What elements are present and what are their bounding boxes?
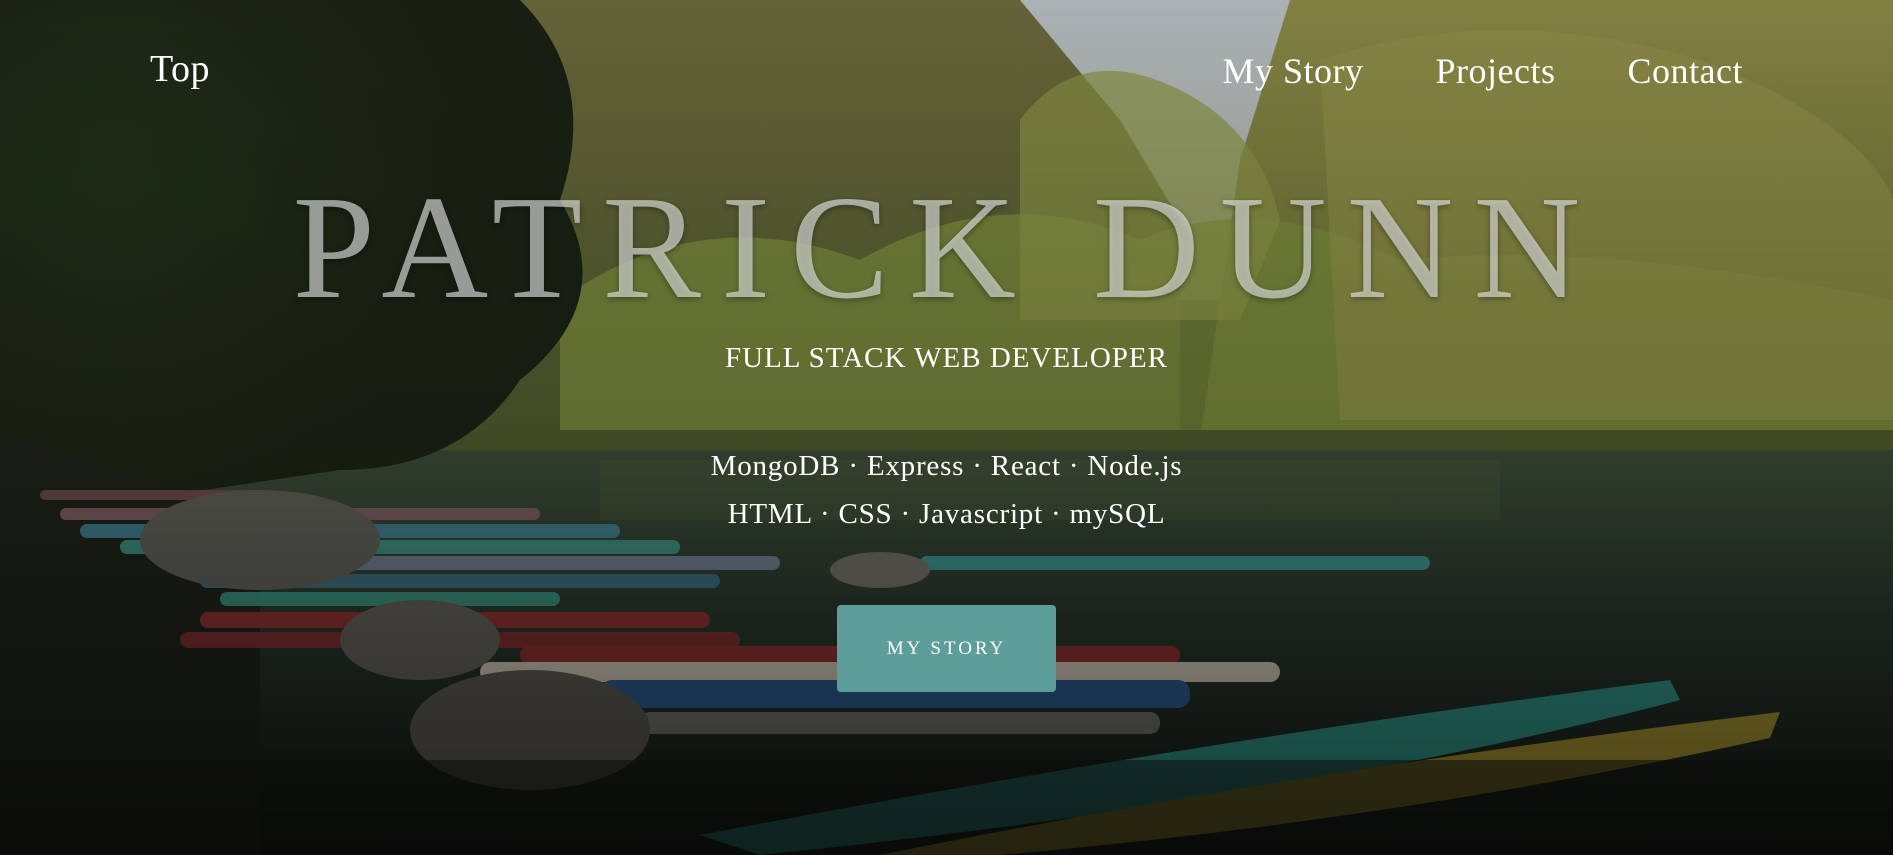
nav-link-projects[interactable]: Projects — [1436, 50, 1556, 92]
hero-section: Top My Story Projects Contact PATRICK DU… — [0, 0, 1893, 855]
main-nav: My Story Projects Contact — [1223, 50, 1744, 92]
tech-stack-line-2: HTML · CSS · Javascript · mySQL — [727, 498, 1166, 530]
nav-link-my-story[interactable]: My Story — [1223, 50, 1364, 92]
hero-name: PATRICK DUNN — [292, 166, 1601, 330]
background-photo — [0, 0, 1893, 855]
tech-stack-line-1: MongoDB · Express · React · Node.js — [710, 450, 1183, 482]
nav-link-contact[interactable]: Contact — [1628, 50, 1743, 92]
my-story-button[interactable]: MY STORY — [837, 605, 1056, 692]
hero-subtitle: FULL STACK WEB DEVELOPER — [725, 342, 1168, 374]
nav-top-link[interactable]: Top — [150, 47, 210, 91]
